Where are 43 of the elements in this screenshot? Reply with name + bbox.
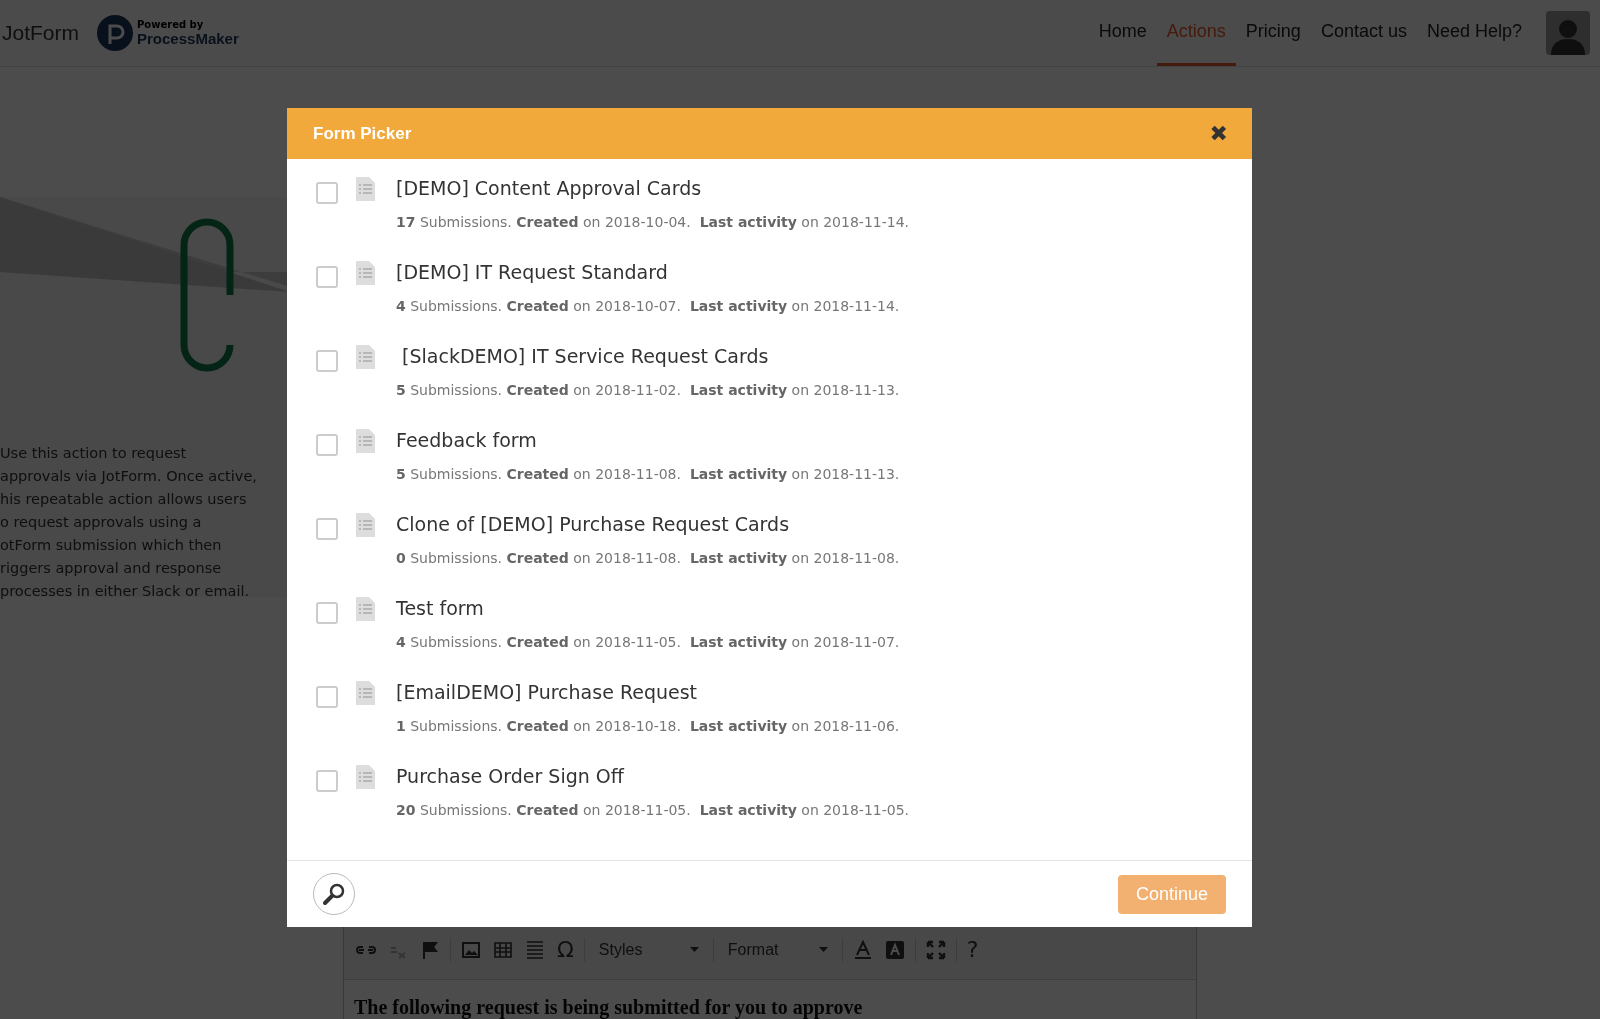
form-details: 5 Submissions. Created on 2018-11-02. Last activity on 2018-11-13. [396,382,901,398]
checkbox[interactable] [316,182,338,204]
powered-by-text: Powered by [137,19,205,30]
toolbar-button[interactable]: Ω [555,935,576,964]
form-details: 17 Submissions. Created on 2018-10-04. Last activity on 2018-11-14. [396,214,911,230]
form-name[interactable]: Test form [396,597,1252,624]
checkbox[interactable] [316,434,338,456]
form-name[interactable]: [DEMO] IT Request Standard [396,261,1252,288]
form-name[interactable]: [SlackDEMO] IT Service Request Cards [396,345,1252,372]
document-icon [356,681,375,705]
document-icon [356,765,375,789]
form-details: 20 Submissions. Created on 2018-11-05. Last activity on 2018-11-05. [396,802,911,818]
form-details: 4 Submissions. Created on 2018-10-07. Last activity on 2018-11-14. [396,298,901,314]
form-name[interactable]: [EmailDEMO] Purchase Request [396,681,1252,708]
form-name[interactable]: [DEMO] Content Approval Cards [396,177,1252,204]
document-icon [356,597,375,621]
checkbox[interactable] [316,770,338,792]
form-details: 0 Submissions. Created on 2018-11-08. Last activity on 2018-11-08. [396,550,901,566]
form-name[interactable]: Feedback form [396,429,1252,456]
checkbox[interactable] [316,602,338,624]
checkbox[interactable] [316,518,338,540]
toolbar-button[interactable]: ? [964,935,981,964]
document-icon [356,429,375,453]
checkbox[interactable] [316,686,338,708]
checkbox[interactable] [316,266,338,288]
search-button[interactable] [313,873,355,915]
checkbox[interactable] [316,350,338,372]
form-details: 4 Submissions. Created on 2018-11-05. Last activity on 2018-11-07. [396,634,901,650]
partner-name: ProcessMaker [137,30,239,47]
close-button[interactable]: ✖ [1209,121,1228,146]
document-icon [356,261,375,285]
document-icon [356,177,375,201]
dialog-title: Form Picker [313,123,412,144]
document-icon [356,345,375,369]
editor-content-text: The following request is being submitted for you to approve [353,995,864,1019]
form-details: 1 Submissions. Created on 2018-10-18. Last activity on 2018-11-06. [396,718,901,734]
form-name[interactable]: Clone of [DEMO] Purchase Request Cards [396,513,1252,540]
form-details: 5 Submissions. Created on 2018-11-08. Last activity on 2018-11-13. [396,466,901,482]
form-name[interactable]: Purchase Order Sign Off [396,765,1252,792]
description-text: Use this action to request approvals via JotForm. Once active, his repeatable action allows users o request approvals using a otForm submission which then riggers approval and response processes in either Slack or email. [0,444,257,601]
search-icon [322,882,346,906]
continue-button[interactable]: Continue [1117,874,1226,914]
document-icon [356,513,375,537]
